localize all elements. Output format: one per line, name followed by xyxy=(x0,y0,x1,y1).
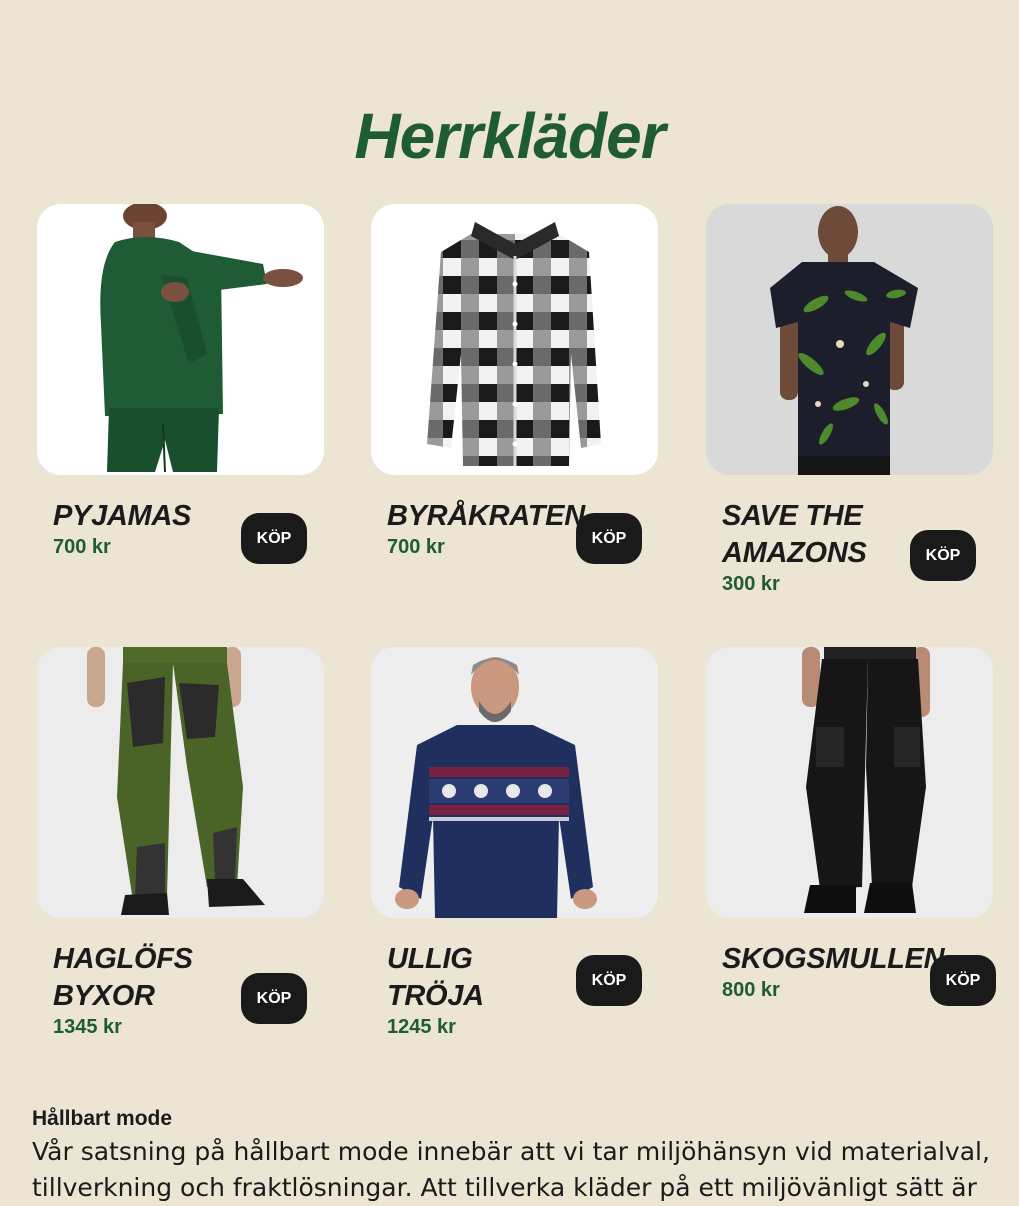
product-image-pyjamas[interactable] xyxy=(37,204,324,475)
product-price: 700 kr xyxy=(53,536,111,558)
product-info: HAGLÖFS BYXOR 1345 kr xyxy=(53,941,241,1039)
pyjamas-photo xyxy=(37,204,324,475)
buy-button-skogsmullen[interactable]: KÖP xyxy=(930,955,996,1006)
section-title: Hållbart mode xyxy=(32,1107,173,1130)
product-name: ULLIG TRÖJA xyxy=(387,943,484,1012)
product-card-save-the-amazons: SAVE THE AMAZONS 300 kr KÖP xyxy=(706,204,993,599)
product-name: PYJAMAS xyxy=(53,500,192,532)
buy-button-haglofs-byxor[interactable]: KÖP xyxy=(241,973,307,1024)
product-image-byrakraten[interactable] xyxy=(371,204,658,475)
product-info: SAVE THE AMAZONS 300 kr xyxy=(722,498,910,596)
product-card-skogsmullen: SKOGSMULLEN 800 kr KÖP xyxy=(706,647,996,1042)
product-image-ullig-troja[interactable] xyxy=(371,647,658,918)
product-info: ULLIG TRÖJA 1245 kr xyxy=(387,941,575,1039)
hiking-pants-photo xyxy=(37,647,324,918)
cargo-pants-photo xyxy=(706,647,993,918)
product-card-pyjamas: PYJAMAS 700 kr KÖP xyxy=(37,204,324,599)
page-title: Herrkläder xyxy=(354,100,665,172)
sustainable-fashion-section: Hållbart mode Vår satsning på hållbart m… xyxy=(32,1106,992,1206)
product-price: 1245 kr xyxy=(387,1016,456,1038)
checkered-shirt-photo xyxy=(371,204,658,475)
product-card-haglofs-byxor: HAGLÖFS BYXOR 1345 kr KÖP xyxy=(37,647,324,1042)
buy-button-pyjamas[interactable]: KÖP xyxy=(241,513,307,564)
printed-tshirt-photo xyxy=(706,204,993,475)
buy-button-ullig-troja[interactable]: KÖP xyxy=(576,955,642,1006)
section-text: Vår satsning på hållbart mode innebär at… xyxy=(32,1137,990,1202)
product-card-byrakraten: BYRÅKRATEN 700 kr KÖP xyxy=(371,204,658,599)
wool-sweater-photo xyxy=(371,647,658,918)
product-name: SAVE THE AMAZONS xyxy=(722,500,867,569)
product-info: PYJAMAS 700 kr xyxy=(53,498,241,559)
product-image-haglofs-byxor[interactable] xyxy=(37,647,324,918)
product-image-save-the-amazons[interactable] xyxy=(706,204,993,475)
product-price: 700 kr xyxy=(387,536,445,558)
buy-button-save-the-amazons[interactable]: KÖP xyxy=(910,530,976,581)
product-name: HAGLÖFS BYXOR xyxy=(53,943,193,1012)
product-name: SKOGSMULLEN xyxy=(722,943,945,975)
product-card-ullig-troja: ULLIG TRÖJA 1245 kr KÖP xyxy=(371,647,658,1042)
product-image-skogsmullen[interactable] xyxy=(706,647,993,918)
product-price: 1345 kr xyxy=(53,1016,122,1038)
buy-button-byrakraten[interactable]: KÖP xyxy=(576,513,642,564)
product-info: BYRÅKRATEN 700 kr xyxy=(387,498,585,559)
product-name: BYRÅKRATEN xyxy=(387,500,585,532)
product-info: SKOGSMULLEN 800 kr xyxy=(722,941,945,1002)
product-price: 800 kr xyxy=(722,979,780,1001)
product-price: 300 kr xyxy=(722,573,780,595)
